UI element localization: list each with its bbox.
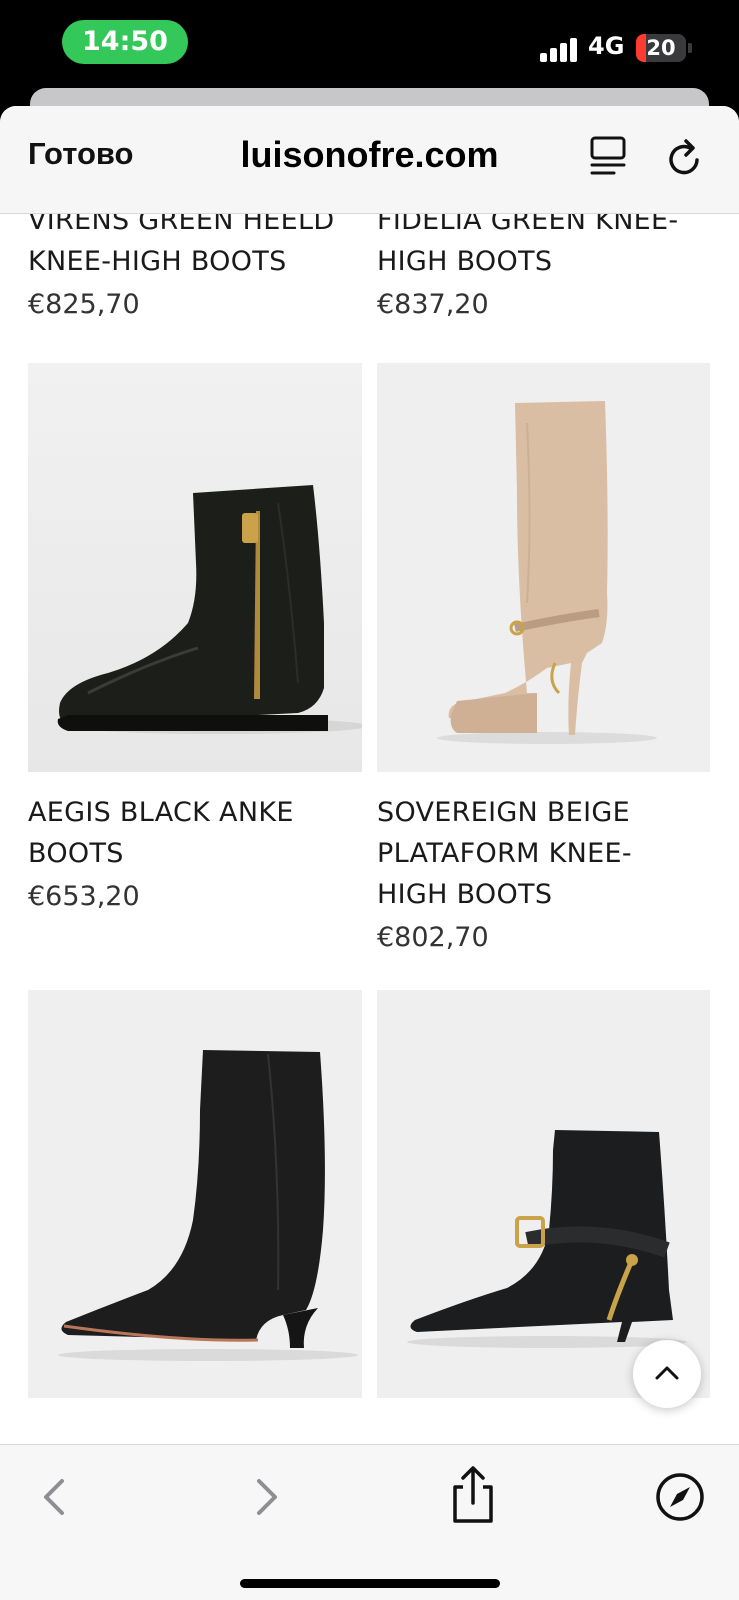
chevron-right-icon[interactable] [237, 1467, 297, 1527]
product-title-line: AEGIS BLACK ANKE [28, 797, 294, 828]
harness-boot-image [377, 990, 710, 1398]
product-title[interactable]: AEGIS BLACK ANKE BOOTS [28, 792, 358, 874]
product-grid: VIRENS GREEN HEELD KNEE-HIGH BOOTS €825,… [0, 106, 739, 1600]
product-price: €653,20 [28, 881, 140, 912]
heel-boot-image [28, 990, 362, 1398]
product-title-line: SOVEREIGN BEIGE [377, 797, 630, 828]
scroll-to-top-button[interactable] [633, 1340, 701, 1408]
product-image-black-ankle-boot[interactable] [28, 363, 362, 772]
chevron-left-icon[interactable] [24, 1467, 84, 1527]
product-title-line: KNEE-HIGH BOOTS [28, 246, 287, 277]
product-title-line: HIGH BOOTS [377, 879, 553, 910]
product-title-line: PLATAFORM KNEE- [377, 838, 632, 869]
product-image-beige-knee-boot[interactable] [377, 363, 710, 772]
network-type: 4G [588, 32, 625, 60]
browser-top-bar: Готово luisonofre.com [0, 106, 739, 214]
url-host[interactable]: luisonofre.com [160, 134, 579, 176]
knee-boot-image [377, 363, 710, 772]
product-price: €802,70 [377, 922, 489, 953]
done-button[interactable]: Готово [28, 136, 134, 172]
product-title[interactable]: SOVEREIGN BEIGE PLATAFORM KNEE- HIGH BOO… [377, 792, 717, 915]
battery-icon: 20 [636, 34, 686, 62]
chevron-up-icon [655, 1366, 679, 1380]
product-image-black-heel-boot[interactable] [28, 990, 362, 1398]
browser-sheet: VIRENS GREEN HEELD KNEE-HIGH BOOTS €825,… [0, 106, 739, 1600]
reader-icon[interactable] [588, 134, 628, 178]
product-price: €825,70 [28, 289, 140, 320]
battery-level: 20 [646, 36, 676, 60]
battery-tip [688, 43, 692, 53]
product-price: €837,20 [377, 289, 489, 320]
status-time[interactable]: 14:50 [62, 20, 188, 64]
signal-icon [540, 38, 578, 62]
status-bar: 14:50 4G 20 [0, 0, 739, 95]
compass-icon[interactable] [650, 1467, 710, 1527]
home-indicator [240, 1579, 500, 1588]
browser-bottom-toolbar [0, 1444, 739, 1600]
reload-icon[interactable] [664, 136, 706, 180]
product-image-black-harness-boot[interactable] [377, 990, 710, 1398]
product-title-line: BOOTS [28, 838, 124, 869]
share-icon[interactable] [443, 1463, 503, 1523]
ankle-boot-image [28, 363, 362, 772]
product-title-line: HIGH BOOTS [377, 246, 553, 277]
